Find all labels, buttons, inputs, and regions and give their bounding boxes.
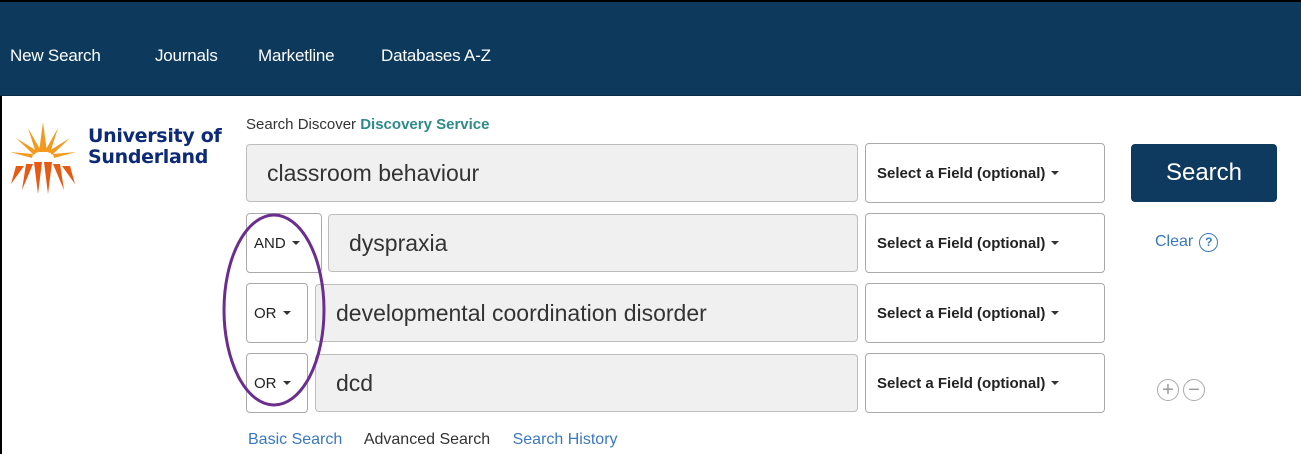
university-name: University of Sunderland bbox=[88, 125, 222, 168]
add-row-icon[interactable]: + bbox=[1157, 379, 1179, 401]
nav-marketline[interactable]: Marketline bbox=[258, 46, 335, 66]
query-input-4[interactable]: dcd bbox=[315, 354, 858, 412]
search-history-link[interactable]: Search History bbox=[513, 431, 618, 448]
chevron-down-icon bbox=[1051, 311, 1060, 315]
search-button[interactable]: Search bbox=[1131, 144, 1277, 202]
advanced-search-label: Advanced Search bbox=[363, 431, 491, 448]
field-select-2-label: Select a Field (optional) bbox=[877, 234, 1046, 252]
annotation-ellipse bbox=[222, 213, 326, 407]
query-input-3-value: developmental coordination disorder bbox=[336, 299, 707, 326]
search-mode-links: Basic Search Advanced Search Search Hist… bbox=[248, 431, 636, 449]
field-select-3[interactable]: Select a Field (optional) bbox=[865, 283, 1105, 343]
chevron-down-icon bbox=[1051, 241, 1060, 245]
chevron-down-icon bbox=[1051, 381, 1060, 385]
query-input-2-value: dyspraxia bbox=[349, 229, 448, 256]
top-navigation: New Search Journals Marketline Databases… bbox=[0, 2, 1301, 96]
clear-link[interactable]: Clear? bbox=[1155, 233, 1219, 252]
field-select-1[interactable]: Select a Field (optional) bbox=[865, 143, 1105, 203]
query-input-2[interactable]: dyspraxia bbox=[328, 214, 858, 272]
clear-label: Clear bbox=[1155, 233, 1194, 250]
help-icon[interactable]: ? bbox=[1199, 233, 1219, 252]
nav-new-search[interactable]: New Search bbox=[10, 46, 101, 66]
field-select-1-label: Select a Field (optional) bbox=[877, 164, 1046, 182]
field-select-2[interactable]: Select a Field (optional) bbox=[865, 213, 1105, 273]
logo-line-2: Sunderland bbox=[88, 146, 209, 168]
university-logo-icon[interactable] bbox=[8, 120, 78, 201]
query-input-3[interactable]: developmental coordination disorder bbox=[315, 284, 858, 342]
search-header: Search Discover Discovery Service bbox=[246, 116, 489, 133]
query-input-4-value: dcd bbox=[336, 369, 374, 396]
logo-line-1: University of bbox=[88, 125, 222, 147]
field-select-4[interactable]: Select a Field (optional) bbox=[865, 353, 1105, 413]
chevron-down-icon bbox=[1051, 171, 1060, 175]
remove-row-icon[interactable]: − bbox=[1183, 379, 1205, 401]
nav-journals[interactable]: Journals bbox=[155, 46, 218, 66]
basic-search-link[interactable]: Basic Search bbox=[248, 431, 342, 448]
query-input-1[interactable]: classroom behaviour bbox=[246, 144, 858, 202]
nav-databases-az[interactable]: Databases A-Z bbox=[381, 46, 491, 66]
field-select-3-label: Select a Field (optional) bbox=[877, 304, 1046, 322]
search-header-prefix: Search Discover bbox=[246, 116, 357, 133]
query-input-1-value: classroom behaviour bbox=[267, 159, 480, 186]
search-header-service: Discovery Service bbox=[360, 116, 490, 133]
field-select-4-label: Select a Field (optional) bbox=[877, 374, 1046, 392]
